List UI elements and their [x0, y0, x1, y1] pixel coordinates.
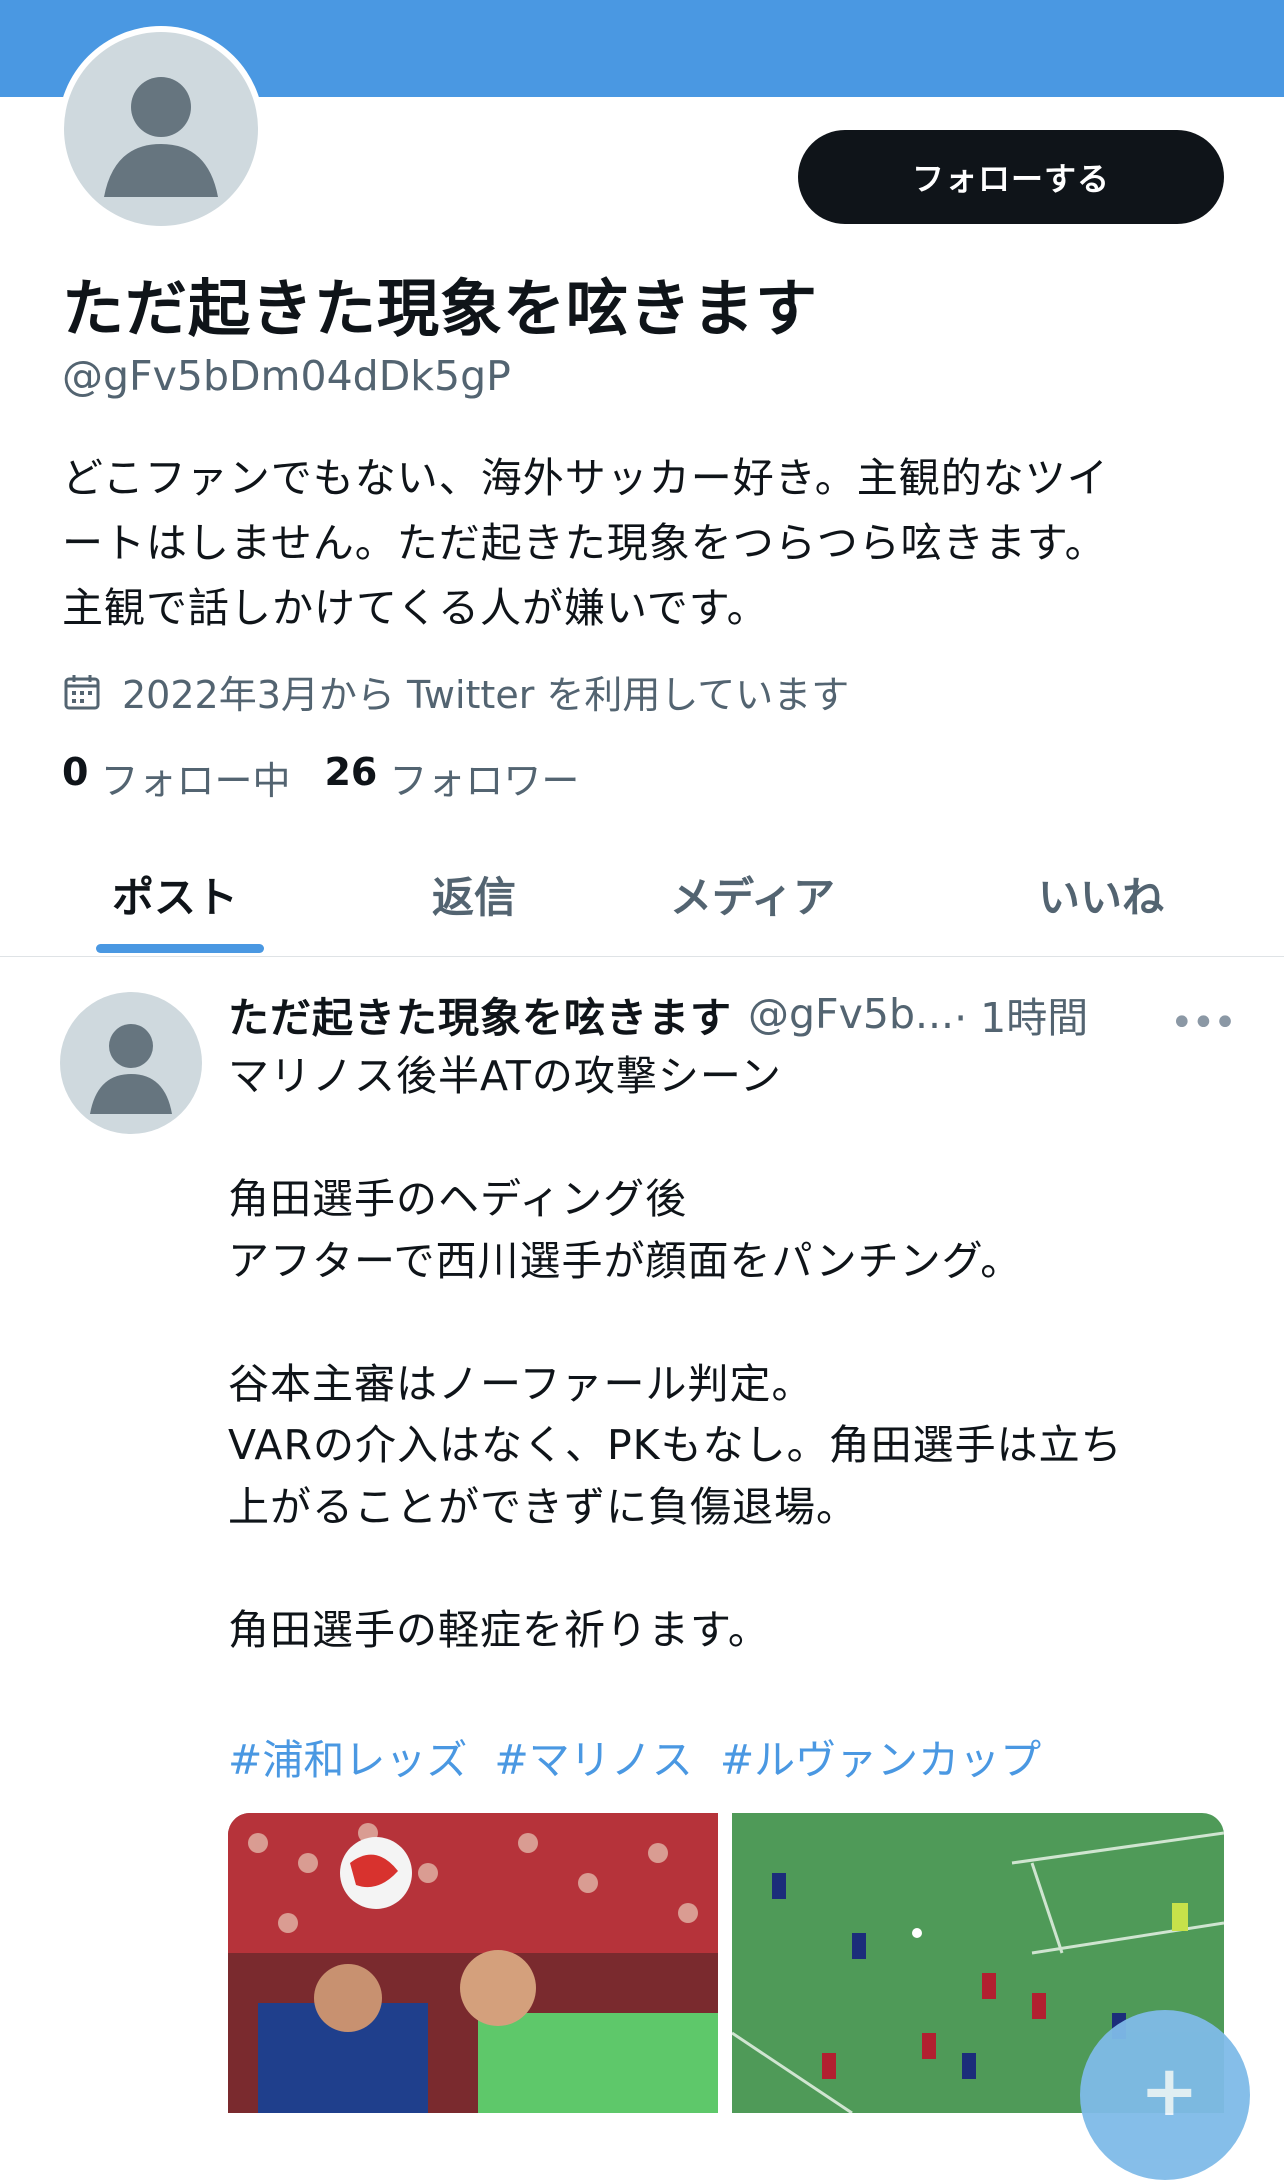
- tab-posts[interactable]: ポスト: [112, 864, 238, 925]
- followers-label[interactable]: フォロワー: [389, 750, 579, 805]
- bio-line: ートはしません。ただ起きた現象をつらつら呟きます。: [62, 519, 1107, 567]
- post-line: VARの介入はなく、PKもなし。角田選手は立ち: [228, 1421, 1123, 1469]
- post-text: マリノス後半ATの攻撃シーン 角田選手のヘディング後 アフターで西川選手が顔面を…: [228, 1046, 1228, 1661]
- compose-button[interactable]: +: [1080, 2010, 1250, 2180]
- following-count[interactable]: 0: [62, 750, 88, 805]
- post-author-handle[interactable]: @gFv5b...: [748, 990, 954, 1038]
- profile-bio: どこファンでもない、海外サッカー好き。主観的なツイ ートはしません。ただ起きた現…: [62, 446, 1222, 641]
- post-line: 谷本主審はノーファール判定。: [228, 1359, 814, 1408]
- followers-count[interactable]: 26: [324, 750, 377, 805]
- profile-avatar[interactable]: [58, 26, 264, 232]
- post-hashtags: #浦和レッズ #マリノス #ルヴァンカップ: [228, 1726, 1055, 1786]
- post-line: 角田選手の軽症を祈ります。: [228, 1605, 770, 1654]
- post-line: マリノス後半ATの攻撃シーン: [228, 1052, 782, 1100]
- tab-likes[interactable]: いいね: [1038, 864, 1164, 925]
- bio-line: どこファンでもない、海外サッカー好き。主観的なツイ: [62, 454, 1109, 502]
- hashtag-link[interactable]: #マリノス: [494, 1736, 692, 1784]
- follow-stats: 0 フォロー中 26 フォロワー: [62, 750, 613, 805]
- post-line: 上がることができずに負傷退場。: [228, 1482, 858, 1531]
- calendar-icon: [64, 674, 100, 709]
- profile-name: ただ起きた現象を呟きます: [62, 272, 819, 345]
- post-avatar[interactable]: [60, 992, 202, 1134]
- more-icon[interactable]: •••: [1170, 1000, 1237, 1046]
- post-line: [228, 1538, 1228, 1600]
- hashtag-link[interactable]: #ルヴァンカップ: [720, 1736, 1041, 1784]
- profile-handle: @gFv5bDm04dDk5gP: [62, 352, 511, 400]
- post-time: · 1時間: [954, 994, 1089, 1042]
- bio-line: 主観で話しかけてくる人が嫌いです。: [62, 584, 769, 632]
- following-label[interactable]: フォロー中: [100, 750, 290, 805]
- post-line: 角田選手のヘディング後: [228, 1175, 688, 1223]
- post-author-name[interactable]: ただ起きた現象を呟きます: [228, 984, 732, 1044]
- follow-button[interactable]: フォローする: [798, 130, 1224, 224]
- post-line: [228, 1108, 1228, 1170]
- hashtag-link[interactable]: #浦和レッズ: [228, 1736, 467, 1784]
- active-tab-indicator: [96, 944, 264, 953]
- post-line: [228, 1292, 1228, 1354]
- compose-plus-icon: +: [1140, 2050, 1199, 2132]
- post-line: アフターで西川選手が顔面をパンチング。: [228, 1236, 1023, 1285]
- post-image-1[interactable]: [228, 1813, 718, 2113]
- tab-replies[interactable]: 返信: [432, 864, 516, 925]
- post-header: ただ起きた現象を呟きます @gFv5b... · 1時間: [228, 984, 1088, 1044]
- profile-tabs: ポスト 返信 メディア いいね: [0, 850, 1284, 957]
- joined-text: 2022年3月から Twitter を利用しています: [122, 673, 850, 717]
- tab-media[interactable]: メディア: [670, 864, 835, 925]
- joined-date: 2022年3月から Twitter を利用しています: [62, 664, 849, 719]
